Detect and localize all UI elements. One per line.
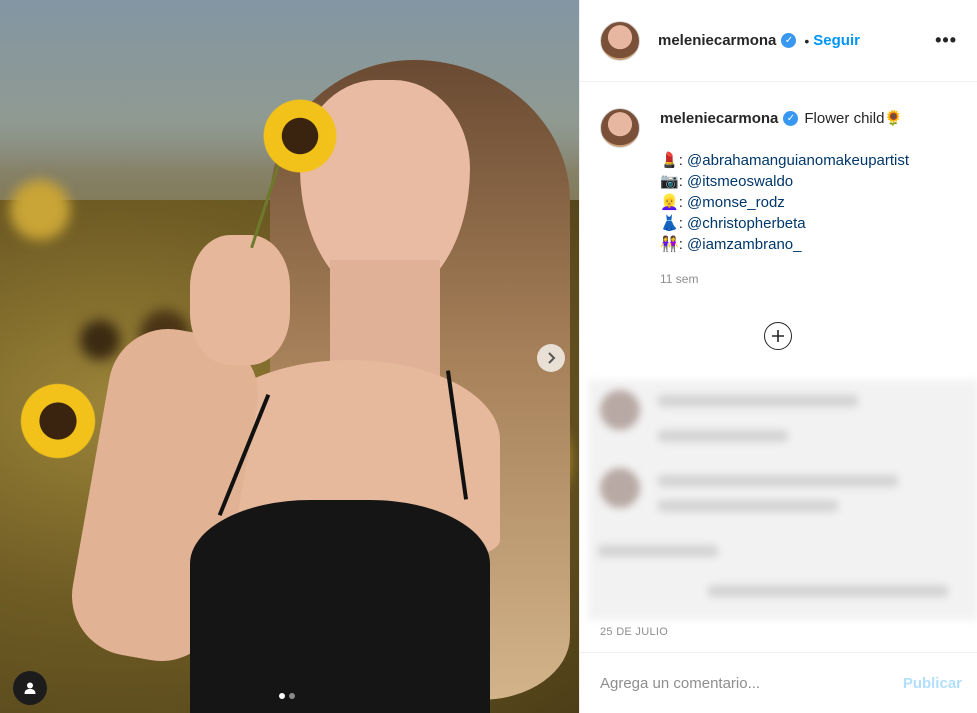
post-photo[interactable] bbox=[0, 0, 579, 713]
post-caption: meleniecarmona ✓ Flower child🌻 💄: @abrah… bbox=[580, 82, 977, 290]
author-username[interactable]: meleniecarmona bbox=[658, 32, 776, 49]
blonde-woman-emoji: 👱‍♀️ bbox=[660, 194, 679, 211]
bokeh-flower bbox=[10, 180, 70, 240]
caption-text: Flower child🌻 bbox=[804, 110, 904, 127]
bokeh-flower bbox=[80, 320, 120, 360]
mention-link[interactable]: @iamzambrano_ bbox=[687, 236, 801, 253]
publish-button[interactable]: Publicar bbox=[903, 675, 962, 692]
caption-avatar[interactable] bbox=[600, 108, 640, 148]
avatar[interactable] bbox=[600, 20, 640, 61]
carousel-dot bbox=[289, 693, 295, 699]
post-side-panel: meleniecarmona ✓ • Seguir ••• meleniecar… bbox=[579, 0, 977, 713]
post-header: meleniecarmona ✓ • Seguir ••• bbox=[580, 0, 977, 82]
user-tag-icon bbox=[24, 682, 36, 694]
caption-username[interactable]: meleniecarmona bbox=[660, 108, 778, 129]
photo-hand bbox=[190, 235, 290, 365]
caption-mention: 👭: @iamzambrano_ bbox=[660, 236, 802, 253]
verified-badge-icon: ✓ bbox=[781, 33, 797, 48]
mention-link[interactable]: @christopherbeta bbox=[687, 215, 806, 232]
carousel-dot bbox=[279, 693, 285, 699]
plus-circle-icon bbox=[772, 330, 784, 342]
load-more-comments-button[interactable] bbox=[764, 322, 792, 350]
lipstick-emoji: 💄 bbox=[660, 152, 679, 169]
mention-link[interactable]: @itsmeoswaldo bbox=[687, 173, 793, 190]
blurred-comments bbox=[588, 380, 977, 620]
header-separator: • bbox=[804, 32, 810, 49]
caption-mention: 📷: @itsmeoswaldo bbox=[660, 173, 794, 190]
user-tag-button[interactable] bbox=[13, 671, 47, 705]
carousel-indicator bbox=[279, 693, 295, 699]
caption-mention: 💄: @abrahamanguianomakeupartist bbox=[660, 152, 910, 169]
caption-mention: 👱‍♀️: @monse_rodz bbox=[660, 194, 785, 211]
mention-link[interactable]: @monse_rodz bbox=[687, 194, 785, 211]
carousel-next-button[interactable] bbox=[537, 344, 565, 372]
comment-bar: Publicar bbox=[580, 652, 977, 713]
sunflower-left bbox=[15, 378, 101, 464]
photo-black-top bbox=[190, 500, 490, 713]
two-women-emoji: 👭 bbox=[660, 236, 679, 253]
caption-body: meleniecarmona ✓ Flower child🌻 💄: @abrah… bbox=[660, 108, 909, 290]
more-options-icon[interactable]: ••• bbox=[935, 30, 957, 51]
caption-mention: 👗: @christopherbeta bbox=[660, 215, 806, 232]
follow-button[interactable]: Seguir bbox=[813, 32, 860, 49]
mention-link[interactable]: @abrahamanguianomakeupartist bbox=[687, 152, 909, 169]
post-date[interactable]: 25 DE JULIO bbox=[600, 626, 668, 638]
camera-emoji: 📷 bbox=[660, 173, 679, 190]
chevron-right-icon bbox=[548, 352, 556, 364]
caption-title-line: meleniecarmona ✓ Flower child🌻 bbox=[660, 108, 909, 129]
dress-emoji: 👗 bbox=[660, 215, 679, 232]
caption-timestamp[interactable]: 11 sem bbox=[660, 269, 909, 290]
comment-input[interactable] bbox=[600, 674, 903, 692]
verified-badge-icon: ✓ bbox=[783, 111, 799, 126]
sunflower-held bbox=[254, 98, 346, 174]
